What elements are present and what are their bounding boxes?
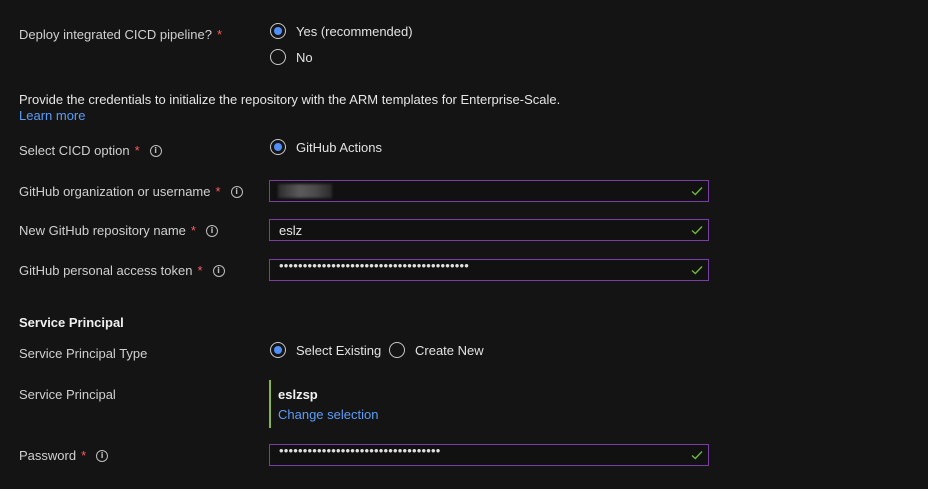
learn-more-link[interactable]: Learn more	[19, 108, 85, 123]
sp-type-label-text: Service Principal Type	[19, 346, 148, 361]
radio-button-github-actions[interactable]	[270, 139, 286, 155]
repo-name-value: eslz	[279, 223, 303, 238]
credentials-description: Provide the credentials to initialize th…	[19, 92, 561, 107]
cicd-option-label: Select CICD option * i	[19, 143, 162, 158]
info-icon[interactable]: i	[96, 449, 109, 462]
redacted-value	[278, 184, 332, 198]
radio-option-create-new-label: Create New	[415, 342, 484, 358]
radio-option-no-label: No	[296, 49, 313, 65]
sp-selection-box: eslzsp Change selection	[269, 380, 378, 428]
radio-option-select-existing[interactable]: Select Existing	[270, 342, 381, 358]
token-input[interactable]: ••••••••••••••••••••••••••••••••••••••••	[269, 258, 709, 281]
radio-option-yes-label: Yes (recommended)	[296, 23, 413, 39]
required-marker: *	[134, 143, 140, 158]
info-icon[interactable]: i	[212, 264, 225, 277]
info-icon[interactable]: i	[205, 224, 218, 237]
radio-option-yes[interactable]: Yes (recommended)	[270, 23, 413, 39]
radio-option-github-actions[interactable]: GitHub Actions	[270, 139, 382, 155]
github-org-label-text: GitHub organization or username	[19, 184, 211, 199]
required-marker: *	[216, 27, 223, 42]
required-marker: *	[215, 184, 221, 199]
repo-name-input[interactable]: eslz	[269, 219, 709, 241]
deploy-cicd-label: Deploy integrated CICD pipeline? *	[19, 27, 222, 42]
info-icon[interactable]: i	[230, 185, 243, 198]
required-marker: *	[197, 263, 203, 278]
radio-option-create-new[interactable]: Create New	[389, 342, 484, 358]
valid-check-icon	[691, 187, 703, 196]
cicd-option-label-text: Select CICD option	[19, 143, 130, 158]
required-marker: *	[190, 223, 196, 238]
password-label-text: Password	[19, 448, 77, 463]
repo-name-label-text: New GitHub repository name	[19, 223, 186, 238]
deploy-cicd-label-text: Deploy integrated CICD pipeline?	[19, 27, 212, 42]
radio-button-create-new[interactable]	[389, 342, 405, 358]
token-label: GitHub personal access token * i	[19, 263, 225, 278]
valid-check-icon	[691, 451, 703, 460]
change-selection-link[interactable]: Change selection	[278, 407, 378, 422]
password-input[interactable]: ••••••••••••••••••••••••••••••••••	[269, 443, 709, 466]
sp-name: eslzsp	[278, 387, 318, 402]
radio-button-no[interactable]	[270, 49, 286, 65]
sp-label: Service Principal	[19, 387, 116, 402]
radio-option-github-actions-label: GitHub Actions	[296, 139, 382, 155]
repo-name-label: New GitHub repository name * i	[19, 223, 218, 238]
password-masked-value: ••••••••••••••••••••••••••••••••••	[279, 443, 441, 458]
sp-label-text: Service Principal	[19, 387, 116, 402]
service-principal-section-title: Service Principal	[19, 315, 124, 330]
radio-button-select-existing[interactable]	[270, 342, 286, 358]
github-org-label: GitHub organization or username * i	[19, 184, 243, 199]
token-label-text: GitHub personal access token	[19, 263, 193, 278]
radio-option-select-existing-label: Select Existing	[296, 342, 382, 358]
github-org-input[interactable]	[269, 180, 709, 202]
info-icon[interactable]: i	[149, 144, 162, 157]
token-masked-value: ••••••••••••••••••••••••••••••••••••••••	[279, 258, 470, 273]
valid-check-icon	[691, 226, 703, 235]
radio-option-no[interactable]: No	[270, 49, 313, 65]
sp-type-label: Service Principal Type	[19, 346, 147, 361]
required-marker: *	[81, 448, 87, 463]
password-label: Password * i	[19, 448, 109, 463]
valid-check-icon	[691, 266, 703, 275]
radio-button-yes[interactable]	[270, 23, 286, 39]
